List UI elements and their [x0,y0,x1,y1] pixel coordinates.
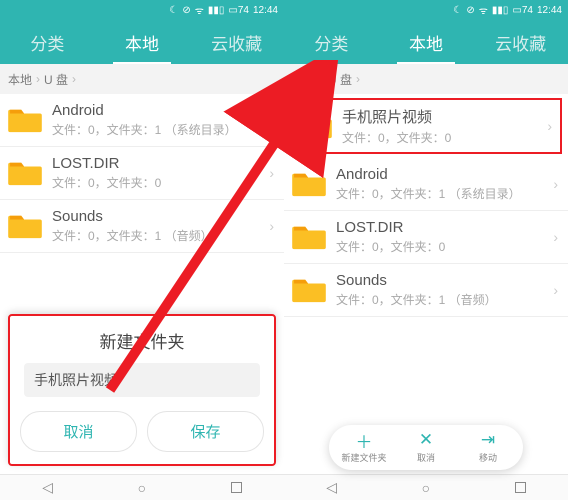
battery-icon: ▭74 [512,5,533,16]
chevron-right-icon: › [356,72,360,86]
chevron-right-icon: › [269,218,274,234]
chevron-right-icon: › [320,72,324,86]
system-nav: ◁ ○ [0,474,284,500]
clock-text: 12:44 [537,5,562,16]
list-item[interactable]: Android 文件：0，文件夹：1 （系统目录） › [284,158,568,211]
folder-icon [292,170,326,198]
chevron-right-icon: › [553,282,558,298]
chevron-right-icon: › [72,72,76,86]
folder-meta: 文件：0，文件夹：1 （音频） [336,291,553,308]
list-item[interactable]: Sounds 文件：0，文件夹：1 （音频） › [284,264,568,317]
plus-icon: ＋ [356,431,373,449]
folder-name: Android [336,166,553,183]
folder-name: LOST.DIR [336,219,553,236]
list-item[interactable]: 手机照片视频 文件：0，文件夹：0 › [290,98,562,154]
chevron-right-icon: › [269,165,274,181]
close-icon: ✕ [419,431,433,449]
signal-icon: ▮▮▯ [208,5,225,16]
nav-recent-icon[interactable] [515,482,526,493]
folder-meta: 文件：0，文件夹：0 [342,129,547,146]
tab-cloud[interactable]: 云收藏 [473,20,568,64]
folder-icon [292,223,326,251]
folder-name: LOST.DIR [52,155,269,172]
breadcrumb[interactable]: 本地 › U 盘 › [0,64,284,94]
folder-icon [8,212,42,240]
tab-cloud[interactable]: 云收藏 [189,20,284,64]
chevron-right-icon: › [553,229,558,245]
folder-meta: 文件：0，文件夹：0 [336,238,553,255]
breadcrumb-udisk[interactable]: U 盘 [328,71,352,88]
folder-meta: 文件：0，文件夹：1 （音频） [52,227,269,244]
status-bar: ☾ ⊘ ᯤ ▮▮▯ ▭74 12:44 [0,0,284,20]
save-button[interactable]: 保存 [147,411,264,452]
breadcrumb-udisk[interactable]: U 盘 [44,71,68,88]
breadcrumb[interactable]: 本地 › U 盘 › [284,64,568,94]
moon-icon: ☾ [453,5,462,16]
chevron-right-icon: › [553,176,558,192]
tab-category[interactable]: 分类 [0,20,95,64]
action-bar: ＋ 新建文件夹 ✕ 取消 ⇥ 移动 [329,425,523,470]
move-button[interactable]: ⇥ 移动 [457,431,519,464]
folder-icon [8,159,42,187]
list-item[interactable]: Android 文件：0，文件夹：1 （系统目录） › [0,94,284,147]
nav-back-icon[interactable]: ◁ [42,479,53,496]
folder-icon [292,276,326,304]
folder-name: Android [52,102,269,119]
folder-name: 手机照片视频 [342,106,547,127]
folder-name: Sounds [52,208,269,225]
move-icon: ⇥ [481,431,495,449]
status-bar: ☾ ⊘ ᯤ ▮▮▯ ▭74 12:44 [284,0,568,20]
tab-local[interactable]: 本地 [95,20,190,64]
new-folder-dialog: 新建文件夹 取消 保存 [8,314,276,466]
tab-local[interactable]: 本地 [379,20,474,64]
chevron-right-icon: › [36,72,40,86]
nav-recent-icon[interactable] [231,482,242,493]
folder-name: Sounds [336,272,553,289]
folder-name-input[interactable] [24,363,260,397]
nav-home-icon[interactable]: ○ [138,480,146,496]
folder-meta: 文件：0，文件夹：1 （系统目录） [52,121,269,138]
nav-back-icon[interactable]: ◁ [326,479,337,496]
clock-text: 12:44 [253,5,278,16]
battery-icon: ▭74 [228,5,249,16]
system-nav: ◁ ○ [284,474,568,500]
dnd-icon: ⊘ [466,5,474,16]
folder-icon [298,112,332,140]
dnd-icon: ⊘ [182,5,190,16]
top-tabs: 分类 本地 云收藏 [284,20,568,64]
folder-meta: 文件：0，文件夹：1 （系统目录） [336,185,553,202]
right-screen: ☾ ⊘ ᯤ ▮▮▯ ▭74 12:44 分类 本地 云收藏 本地 › U 盘 ›… [284,0,568,500]
list-item[interactable]: Sounds 文件：0，文件夹：1 （音频） › [0,200,284,253]
folder-list: 手机照片视频 文件：0，文件夹：0 › Android 文件：0，文件夹：1 （… [284,94,568,474]
moon-icon: ☾ [169,5,178,16]
folder-meta: 文件：0，文件夹：0 [52,174,269,191]
wifi-icon: ᯤ [195,3,204,17]
signal-icon: ▮▮▯ [492,5,509,16]
nav-home-icon[interactable]: ○ [422,480,430,496]
cancel-button[interactable]: 取消 [20,411,137,452]
folder-icon [8,106,42,134]
left-screen: ☾ ⊘ ᯤ ▮▮▯ ▭74 12:44 分类 本地 云收藏 本地 › U 盘 ›… [0,0,284,500]
chevron-right-icon: › [269,112,274,128]
chevron-right-icon: › [547,118,552,134]
wifi-icon: ᯤ [479,3,488,17]
dialog-title: 新建文件夹 [10,324,274,363]
list-item[interactable]: LOST.DIR 文件：0，文件夹：0 › [0,147,284,200]
new-folder-button[interactable]: ＋ 新建文件夹 [333,431,395,464]
cancel-button[interactable]: ✕ 取消 [395,431,457,464]
list-item[interactable]: LOST.DIR 文件：0，文件夹：0 › [284,211,568,264]
top-tabs: 分类 本地 云收藏 [0,20,284,64]
breadcrumb-root[interactable]: 本地 [292,71,316,88]
breadcrumb-root[interactable]: 本地 [8,71,32,88]
tab-category[interactable]: 分类 [284,20,379,64]
